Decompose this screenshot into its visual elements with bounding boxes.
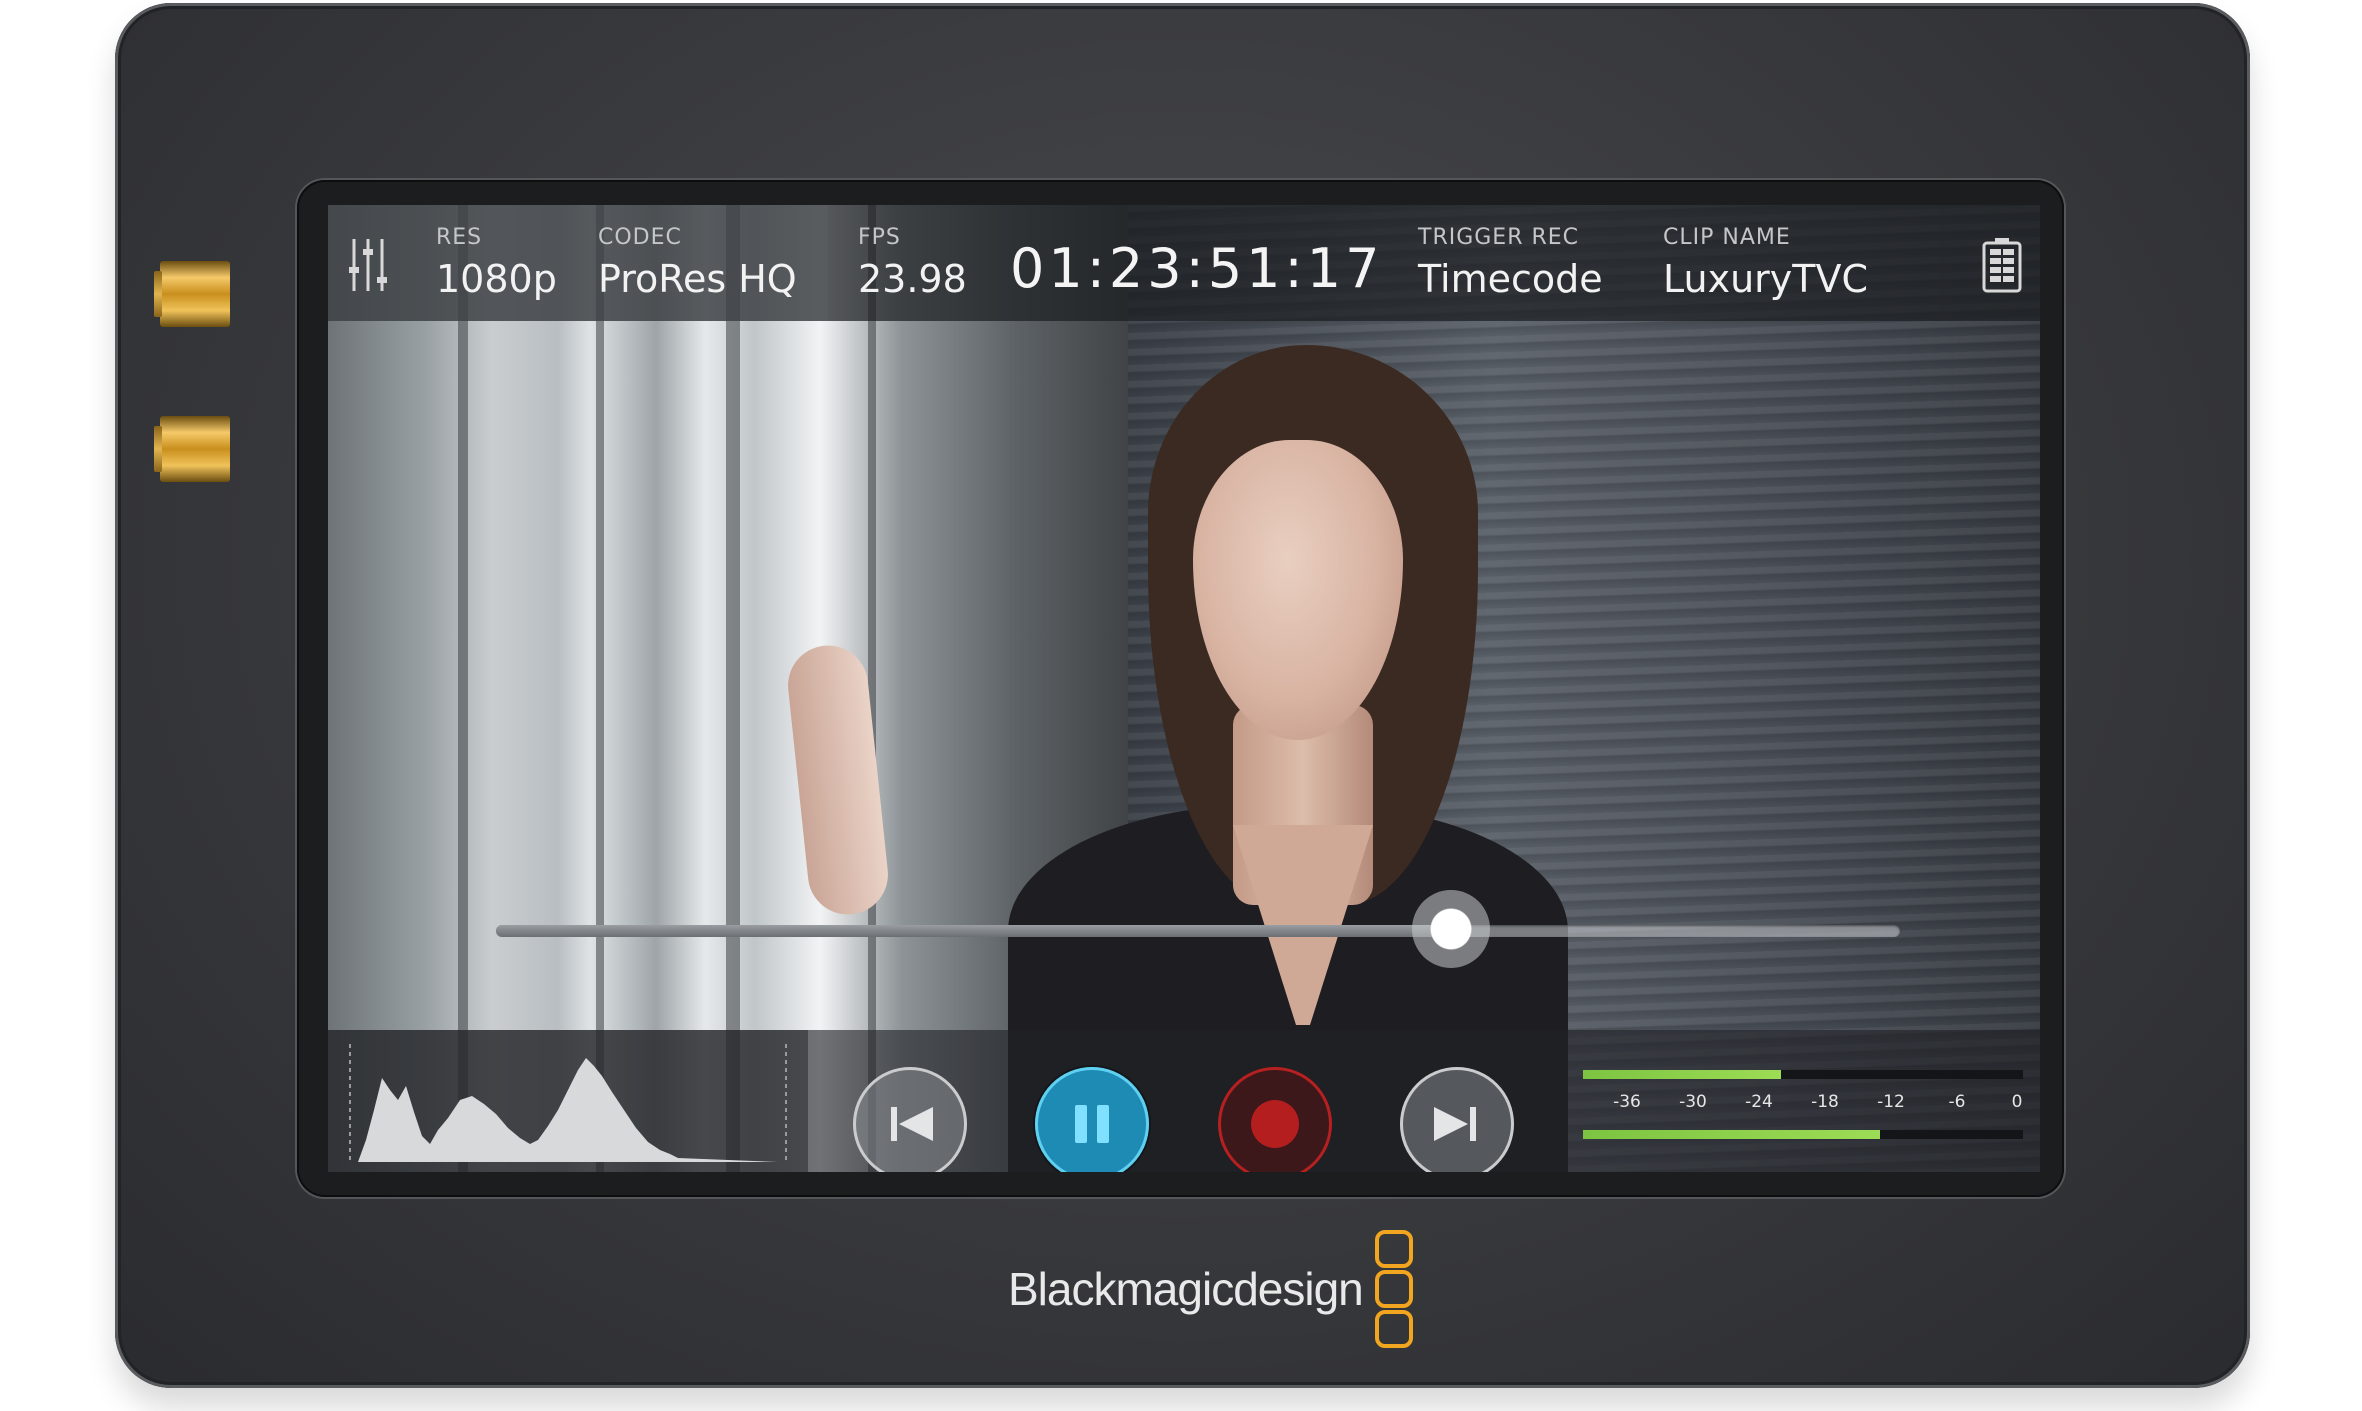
record-button[interactable] [1218,1067,1332,1172]
audio-level-channel-2 [1583,1130,1880,1139]
pause-button[interactable] [1035,1067,1149,1172]
touch-screen[interactable]: RES 1080p CODEC ProRes HQ FPS 23.98 01:2… [328,205,2040,1172]
codec-label: CODEC [598,225,682,250]
brand-wordmark: Blackmagicdesign [1008,1263,1364,1315]
res-label: RES [436,225,483,250]
brand-logo-icon [1373,1230,1413,1348]
fps-label: FPS [858,225,901,250]
sliders-icon[interactable] [346,237,390,293]
trigger-rec-label: TRIGGER REC [1418,225,1580,250]
window-mullion [458,205,468,1172]
skip-next-icon [1434,1107,1476,1141]
video-frame [328,205,2040,1172]
audio-level-channel-1 [1583,1070,1781,1079]
audio-meter-tick: -6 [1948,1092,1966,1112]
audio-meter-scale: -36 -30 -24 -18 -12 -6 0 [1583,1092,2028,1122]
trigger-rec-value: Timecode [1418,257,1603,301]
brand-logo: Blackmagicdesign [1008,1230,1413,1348]
status-bar: RES 1080p CODEC ProRes HQ FPS 23.98 01:2… [328,205,2040,321]
skip-next-button[interactable] [1400,1067,1514,1172]
audio-meter-tick: -36 [1613,1092,1641,1112]
record-icon [1251,1100,1299,1148]
audio-meter-tick: -18 [1811,1092,1839,1112]
window-mullion [868,205,876,1172]
histogram [349,1044,787,1162]
codec-value: ProRes HQ [598,257,797,301]
scrub-progress [496,925,1451,937]
scrub-handle[interactable] [1411,890,1490,968]
clip-name-label: CLIP NAME [1663,225,1791,250]
audio-meter-tick: -30 [1679,1092,1707,1112]
res-info[interactable]: RES 1080p [436,225,557,301]
pause-icon [1075,1105,1109,1143]
audio-meter-channel-1 [1583,1070,2023,1079]
clip-name-info[interactable]: CLIP NAME LuxuryTVC [1663,225,1868,301]
res-value: 1080p [436,257,557,301]
audio-meters: -36 -30 -24 -18 -12 -6 0 [1583,1070,2028,1145]
histogram-panel [328,1030,808,1172]
window-mullion [726,205,740,1172]
audio-meter-channel-2 [1583,1130,2023,1139]
window-mullion [596,205,604,1172]
fps-info[interactable]: FPS 23.98 [858,225,967,301]
sdi-connector-top [154,261,230,327]
timecode-display: 01:23:51:17 [1010,237,1384,300]
codec-info[interactable]: CODEC ProRes HQ [598,225,797,301]
scrub-bar[interactable] [496,925,1900,937]
clip-name-value: LuxuryTVC [1663,257,1869,301]
audio-meter-tick: -24 [1745,1092,1773,1112]
skip-previous-button[interactable] [853,1067,967,1172]
trigger-rec-info[interactable]: TRIGGER REC Timecode [1418,225,1603,301]
audio-meter-tick: 0 [2011,1092,2023,1112]
fps-value: 23.98 [858,257,967,301]
skip-previous-icon [891,1107,933,1141]
sdi-connector-bottom [154,416,230,482]
battery-icon[interactable] [1982,237,2022,293]
audio-meter-tick: -12 [1877,1092,1905,1112]
